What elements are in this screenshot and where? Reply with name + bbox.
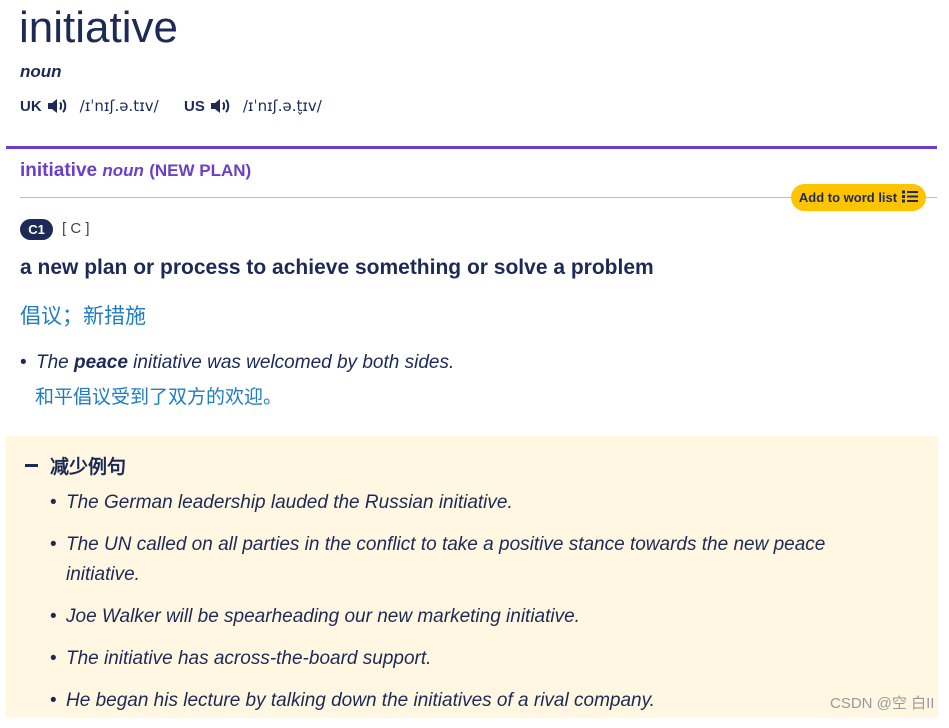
example-highlight: peace: [74, 352, 128, 373]
region-label-us: US: [184, 97, 205, 115]
list-item: He began his lecture by talking down the…: [50, 686, 880, 716]
more-examples-panel: 减少例句 The German leadership lauded the Ru…: [6, 436, 938, 718]
list-item: Joe Walker will be spearheading our new …: [50, 602, 880, 632]
speaker-icon[interactable]: [46, 96, 70, 116]
list-item: The UN called on all parties in the conf…: [50, 530, 880, 590]
sense-header: initiative noun (NEW PLAN): [20, 160, 251, 182]
definition: a new plan or process to achieve somethi…: [20, 256, 654, 279]
part-of-speech: noun: [20, 62, 62, 81]
region-label-uk: UK: [20, 97, 42, 115]
grammar-code: [ C ]: [62, 220, 90, 237]
example-sentence: • The peace initiative was welcomed by bo…: [20, 352, 455, 408]
ipa-uk: /ɪˈnɪʃ.ə.tɪv/: [79, 97, 159, 115]
pronunciation-uk: UK /ɪˈnɪʃ.ə.tɪv/: [20, 96, 159, 116]
definition-translation: 倡议；新措施: [20, 305, 146, 328]
sense-pos: noun: [102, 161, 144, 180]
sense-headword: initiative: [20, 160, 98, 181]
ipa-us: /ɪˈnɪʃ.ə.t̬ɪv/: [242, 97, 322, 115]
list-item: The German leadership lauded the Russian…: [50, 488, 880, 518]
example-translation: 和平倡议受到了双方的欢迎。: [35, 387, 283, 408]
list-icon: [902, 190, 919, 206]
list-item: The initiative has across-the-board supp…: [50, 644, 880, 674]
headword: initiative: [19, 3, 178, 52]
guideword: (NEW PLAN): [149, 161, 252, 180]
collapse-examples-toggle[interactable]: 减少例句: [25, 452, 126, 479]
section-divider: [6, 146, 937, 149]
watermark: CSDN @空 白II: [830, 695, 935, 712]
minus-icon: [25, 464, 38, 467]
speaker-icon[interactable]: [209, 96, 233, 116]
add-to-word-list-button[interactable]: Add to word list: [791, 184, 926, 211]
pronunciation-us: US /ɪˈnɪʃ.ə.t̬ɪv/: [184, 96, 322, 116]
more-examples-list: The German leadership lauded the Russian…: [50, 488, 880, 728]
add-to-word-list-label: Add to word list: [798, 190, 898, 205]
cefr-level-badge: C1: [20, 219, 53, 240]
collapse-examples-label: 减少例句: [50, 457, 127, 478]
